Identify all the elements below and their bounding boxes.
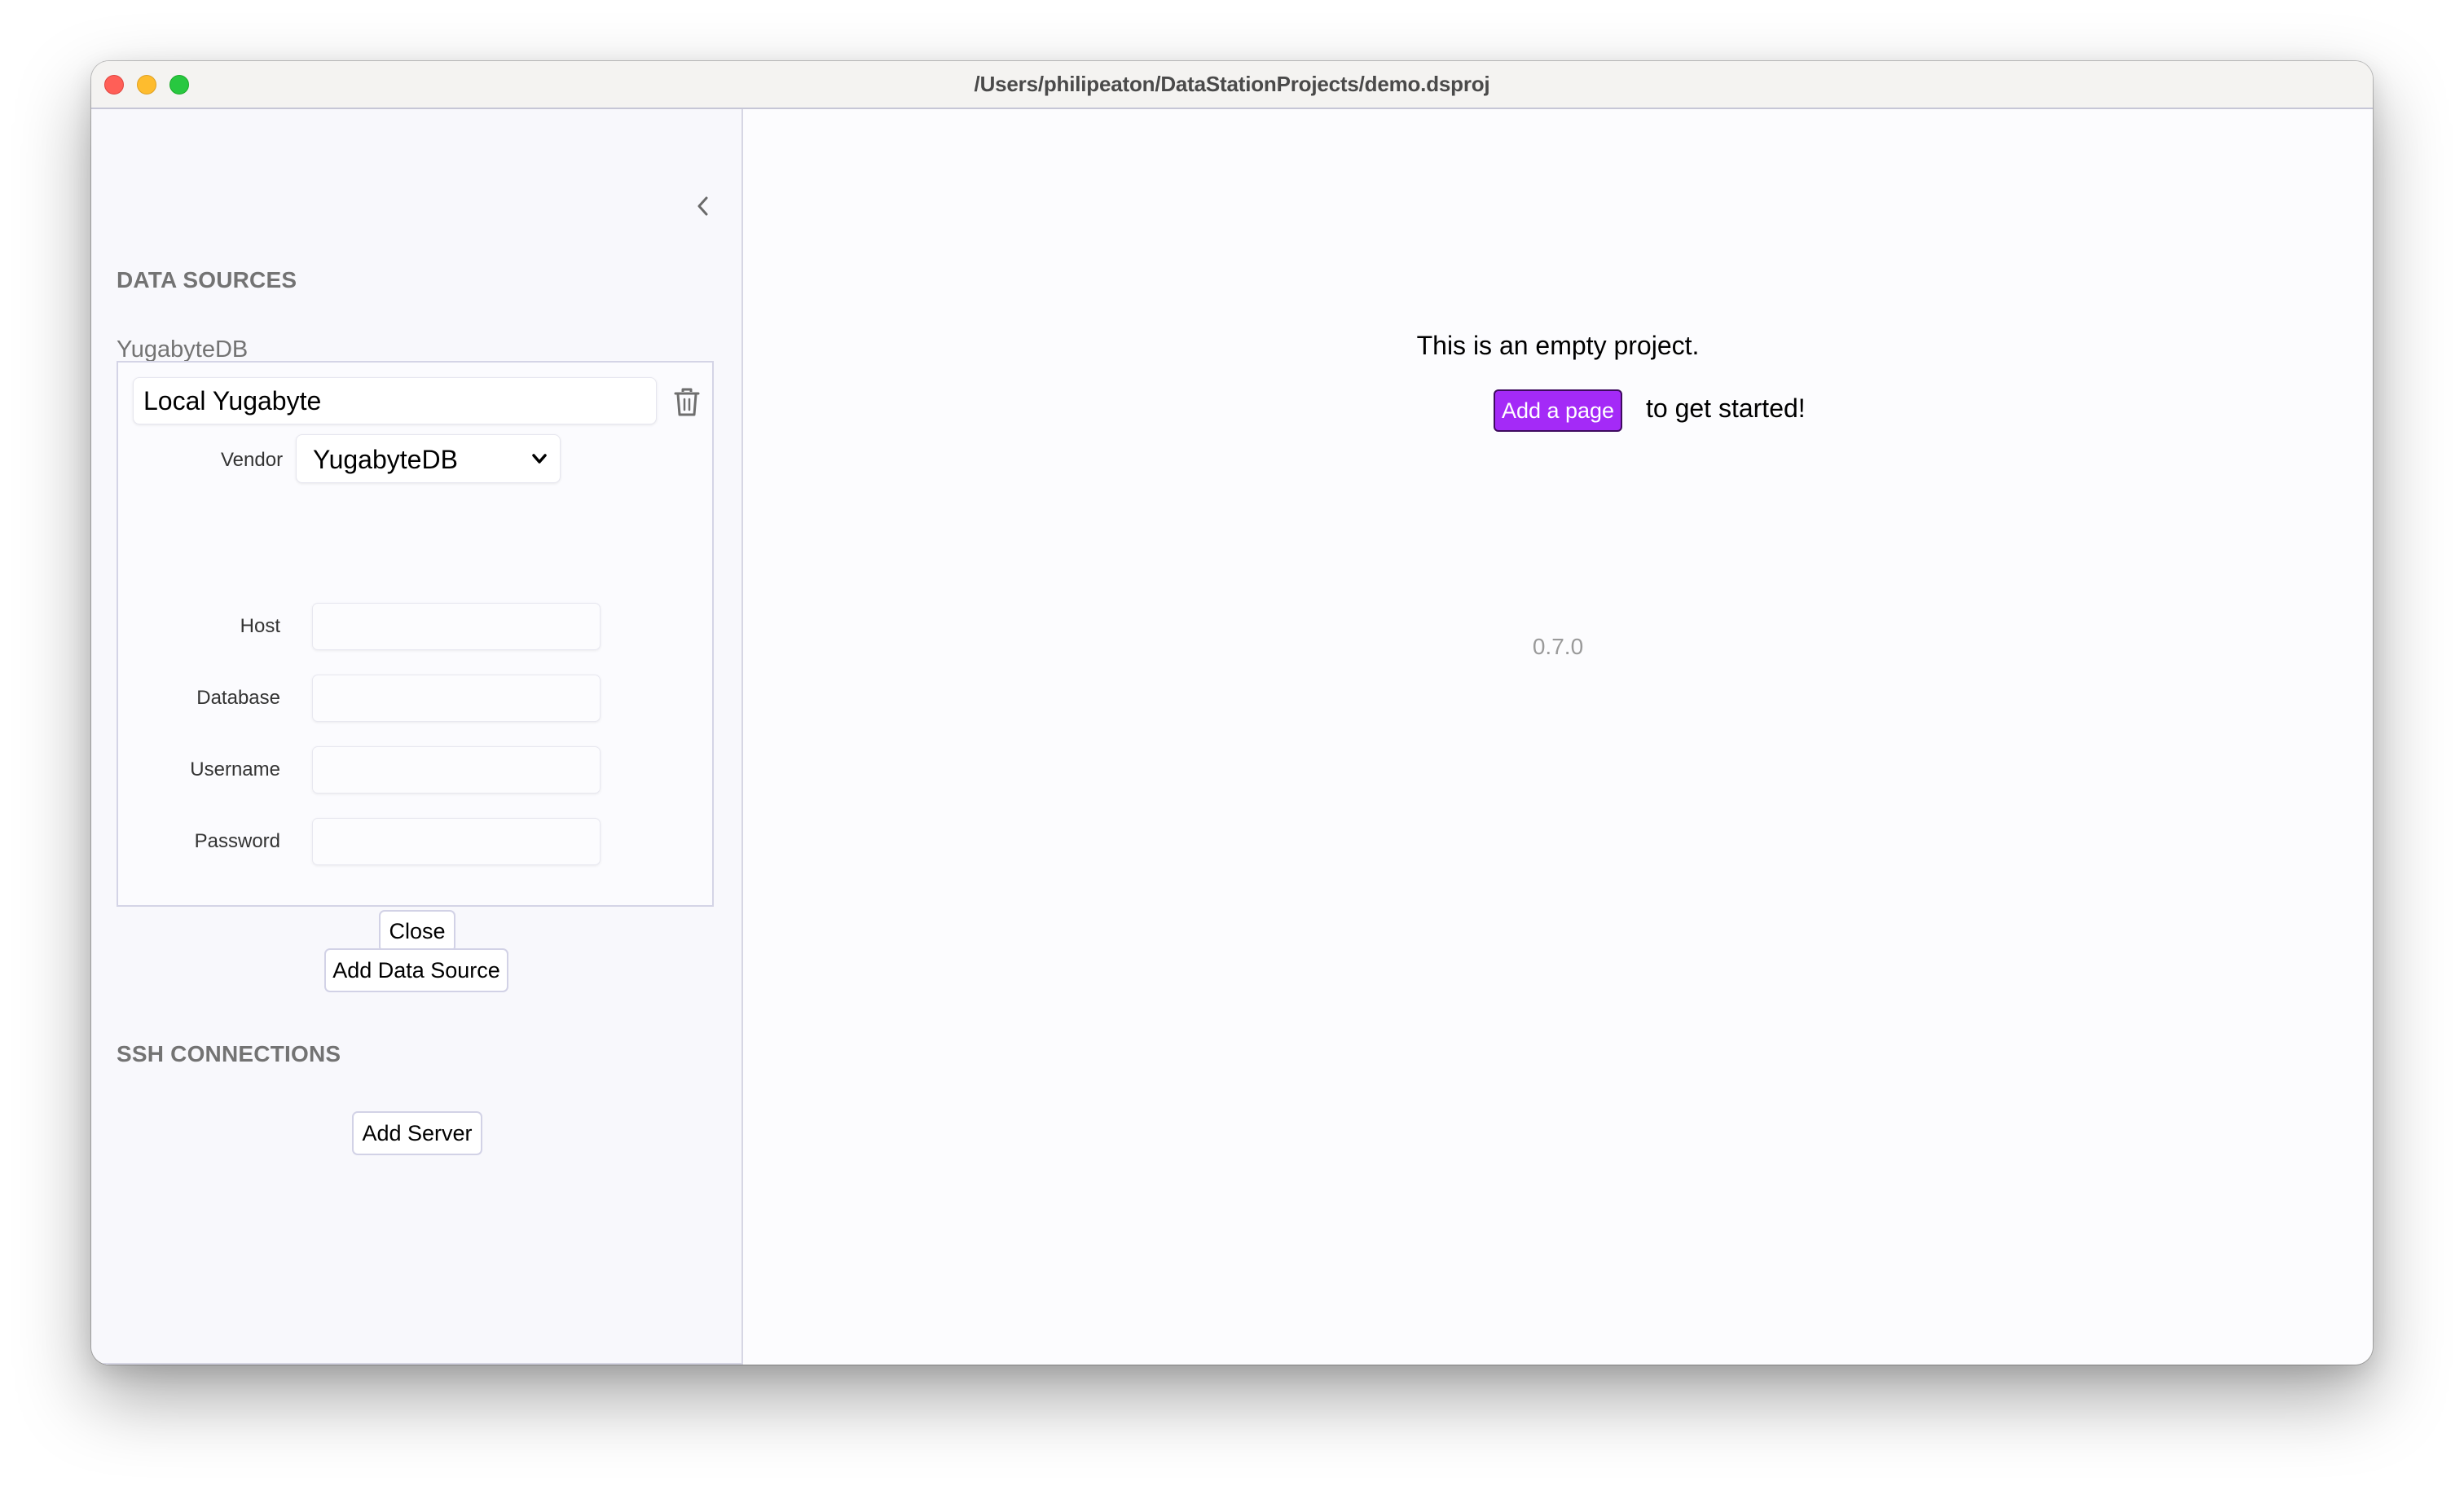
collapse-sidebar-button[interactable] — [693, 194, 712, 218]
vendor-select-value: YugabyteDB — [313, 445, 458, 474]
app-window: /Users/philipeaton/DataStationProjects/d… — [91, 61, 2373, 1365]
close-data-source-button[interactable]: Close — [379, 910, 455, 952]
host-label: Host — [240, 615, 280, 637]
vendor-label: Vendor — [221, 449, 284, 471]
title-bar[interactable]: /Users/philipeaton/DataStationProjects/d… — [91, 61, 2373, 109]
host-input[interactable] — [312, 603, 601, 650]
data-sources-heading: DATA SOURCES — [117, 267, 297, 292]
empty-project-message: This is an empty project. — [1416, 331, 1700, 360]
database-field-row: Database — [118, 675, 715, 723]
delete-data-source-button[interactable] — [673, 387, 701, 418]
vendor-select[interactable]: YugabyteDB — [296, 434, 561, 483]
add-page-button[interactable]: Add a page — [1494, 389, 1622, 432]
data-source-card: Vendor YugabyteDB Host Database Username — [117, 361, 715, 952]
username-input[interactable] — [312, 746, 601, 794]
chevron-down-icon — [532, 454, 547, 464]
app-version: 0.7.0 — [1532, 634, 1584, 659]
add-data-source-button[interactable]: Add Data Source — [324, 948, 508, 992]
sidebar: DATA SOURCES YugabyteDB Vendor YugabyteD… — [91, 109, 743, 1365]
database-input[interactable] — [312, 675, 601, 722]
add-server-button[interactable]: Add Server — [352, 1111, 482, 1155]
host-field-row: Host — [118, 603, 715, 652]
data-source-name-input[interactable] — [133, 377, 657, 424]
data-source-type-label: YugabyteDB — [117, 336, 249, 363]
database-label: Database — [196, 687, 280, 709]
password-field-row: Password — [118, 818, 715, 867]
password-input[interactable] — [312, 818, 601, 865]
password-label: Password — [194, 830, 280, 852]
trash-icon — [674, 388, 700, 416]
username-label: Username — [190, 758, 280, 780]
window-title: /Users/philipeaton/DataStationProjects/d… — [974, 72, 1490, 96]
username-field-row: Username — [118, 746, 715, 795]
get-started-text: to get started! — [1646, 393, 1806, 423]
ssh-connections-heading: SSH CONNECTIONS — [117, 1041, 341, 1066]
main-panel: This is an empty project. Add a page to … — [743, 109, 2373, 1365]
chevron-left-icon — [697, 196, 708, 216]
